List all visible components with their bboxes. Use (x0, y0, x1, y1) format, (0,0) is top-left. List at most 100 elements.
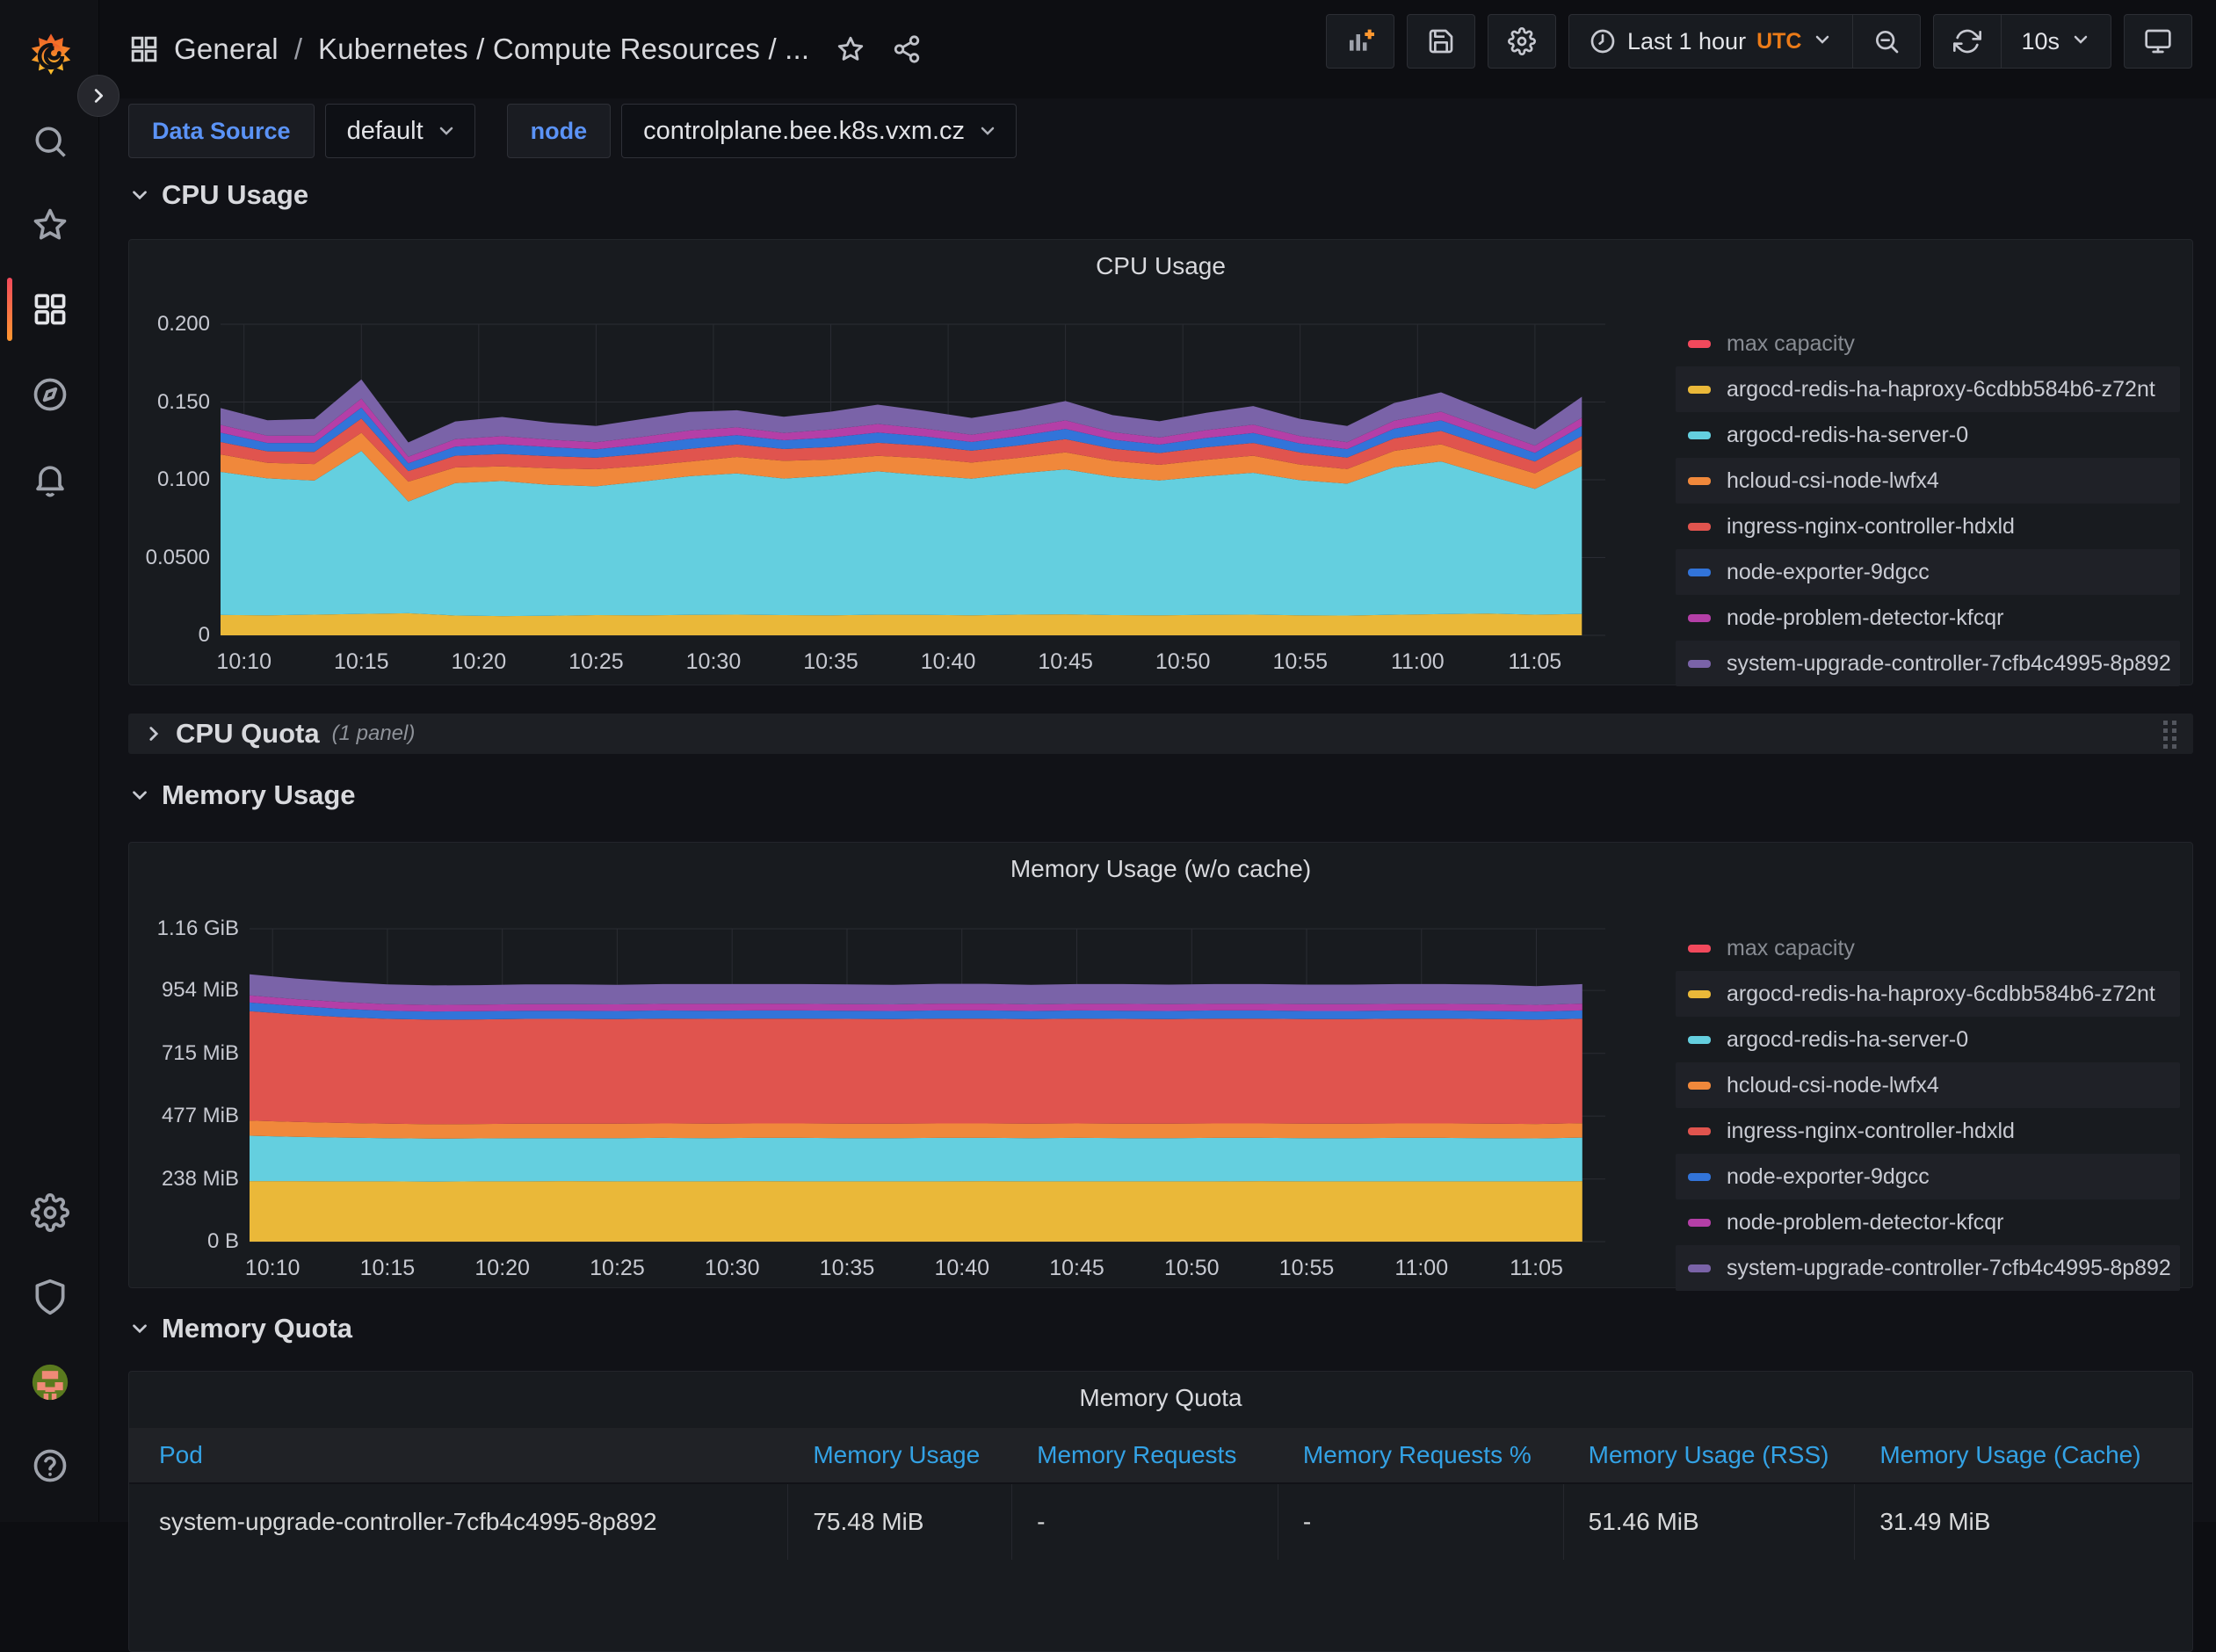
x-axis-tick-label: 10:25 (534, 649, 657, 675)
share-dashboard-icon[interactable] (892, 34, 922, 64)
plot-area[interactable] (250, 929, 1605, 1242)
legend-series-label: ingress-nginx-controller-hdxld (1727, 1119, 2015, 1144)
star-dashboard-icon[interactable] (836, 34, 865, 64)
legend-series-label: node-problem-detector-kfcqr (1727, 605, 2003, 631)
zoom-out-time-button[interactable] (1852, 15, 1920, 68)
breadcrumb-root[interactable]: General (174, 33, 279, 66)
legend-item[interactable]: argocd-redis-ha-haproxy-6cdbb584b6-z72nt (1676, 971, 2180, 1017)
x-axis-tick-label: 10:40 (901, 1256, 1024, 1281)
x-axis-tick-label: 10:55 (1239, 649, 1362, 675)
legend-item[interactable]: node-problem-detector-kfcqr (1676, 595, 2180, 641)
sidebar-expand-button[interactable] (77, 75, 119, 117)
legend-item[interactable]: hcloud-csi-node-lwfx4 (1676, 458, 2180, 504)
y-axis-tick-label: 715 MiB (134, 1041, 239, 1066)
legend-item[interactable]: system-upgrade-controller-7cfb4c4995-8p8… (1676, 641, 2180, 686)
chevron-down-icon (128, 784, 151, 807)
x-axis-tick-label: 10:50 (1130, 1256, 1253, 1281)
help-icon[interactable] (0, 1438, 99, 1494)
panel-cpu-usage: CPU Usage 00.05000.1000.1500.20010:1010:… (128, 239, 2193, 685)
legend-item[interactable]: argocd-redis-ha-server-0 (1676, 412, 2180, 458)
legend-series-label: argocd-redis-ha-server-0 (1727, 1027, 1968, 1053)
legend-item[interactable]: system-upgrade-controller-7cfb4c4995-8p8… (1676, 1245, 2180, 1291)
y-axis-tick-label: 0.0500 (105, 546, 210, 570)
refresh-interval-label: 10s (2021, 28, 2060, 55)
legend-item[interactable]: argocd-redis-ha-haproxy-6cdbb584b6-z72nt (1676, 366, 2180, 412)
node-variable-dropdown[interactable]: controlplane.bee.k8s.vxm.cz (621, 104, 1017, 158)
refresh-interval-picker[interactable]: 10s (2001, 15, 2111, 68)
user-avatar[interactable] (0, 1354, 99, 1410)
table-column-header[interactable]: Memory Requests (1012, 1428, 1278, 1482)
refresh-dashboard-button[interactable] (1934, 15, 2001, 68)
legend-series-label: system-upgrade-controller-7cfb4c4995-8p8… (1727, 651, 2171, 677)
grafana-dashboard: { "header": { "breadcrumb": { "root": "G… (0, 0, 2216, 1522)
section-row-memory-usage[interactable]: Memory Usage (128, 776, 356, 815)
x-axis-tick-label: 10:40 (887, 649, 1010, 675)
memory-usage-legend: max capacityargocd-redis-ha-haproxy-6cdb… (1676, 925, 2180, 1291)
legend-series-label: system-upgrade-controller-7cfb4c4995-8p8… (1727, 1256, 2171, 1281)
breadcrumb-dashboard-title[interactable]: Kubernetes / Compute Resources / ... (318, 33, 809, 66)
section-row-memory-quota[interactable]: Memory Quota (128, 1309, 352, 1348)
table-column-header[interactable]: Memory Usage (Cache) (1855, 1428, 2192, 1482)
dashboards-icon[interactable] (0, 281, 99, 337)
monitor-icon (2144, 27, 2172, 55)
legend-item[interactable]: max capacity (1676, 925, 2180, 971)
panel-memory-usage: Memory Usage (w/o cache) 0 B238 MiB477 M… (128, 842, 2193, 1288)
search-icon[interactable] (0, 113, 99, 170)
legend-item[interactable]: node-problem-detector-kfcqr (1676, 1199, 2180, 1245)
legend-item[interactable]: node-exporter-9dgcc (1676, 549, 2180, 595)
dashboard-settings-button[interactable] (1488, 14, 1556, 69)
section-title-cpu-usage: CPU Usage (162, 179, 308, 211)
table-column-header[interactable]: Memory Usage (RSS) (1564, 1428, 1856, 1482)
legend-item[interactable]: hcloud-csi-node-lwfx4 (1676, 1062, 2180, 1108)
table-column-header[interactable]: Memory Usage (788, 1428, 1012, 1482)
breadcrumb-separator: / (294, 33, 302, 66)
legend-item[interactable]: ingress-nginx-controller-hdxld (1676, 1108, 2180, 1154)
server-admin-shield-icon[interactable] (0, 1269, 99, 1325)
time-range-picker[interactable]: Last 1 hour UTC (1569, 15, 1852, 68)
legend-item[interactable]: node-exporter-9dgcc (1676, 1154, 2180, 1199)
add-panel-button[interactable] (1326, 14, 1394, 69)
starred-dashboards-icon[interactable] (0, 197, 99, 253)
legend-series-label: argocd-redis-ha-haproxy-6cdbb584b6-z72nt (1727, 377, 2155, 402)
alerting-bell-icon[interactable] (0, 451, 99, 507)
datasource-variable-dropdown[interactable]: default (325, 104, 475, 158)
drag-handle-icon[interactable] (2162, 719, 2179, 749)
plot-area[interactable] (221, 324, 1605, 635)
table-column-header[interactable]: Memory Requests % (1278, 1428, 1564, 1482)
legend-series-color-swatch (1688, 431, 1711, 439)
legend-series-color-swatch (1688, 386, 1711, 394)
y-axis-tick-label: 0.200 (105, 312, 210, 337)
dashboard-grid-icon[interactable] (128, 33, 160, 65)
grafana-logo-icon[interactable] (26, 32, 76, 81)
legend-item[interactable]: argocd-redis-ha-server-0 (1676, 1017, 2180, 1062)
legend-series-label: node-problem-detector-kfcqr (1727, 1210, 2003, 1235)
area-series (250, 1181, 1582, 1242)
configuration-gear-icon[interactable] (0, 1185, 99, 1241)
x-axis-tick-label: 10:35 (786, 1256, 909, 1281)
legend-item[interactable]: max capacity (1676, 321, 2180, 366)
legend-series-color-swatch (1688, 1127, 1711, 1135)
chevron-right-icon (142, 722, 165, 745)
legend-series-label: ingress-nginx-controller-hdxld (1727, 514, 2015, 540)
table-cell: 51.46 MiB (1564, 1484, 1856, 1560)
table-column-header[interactable]: Pod (129, 1428, 788, 1482)
explore-compass-icon[interactable] (0, 366, 99, 423)
legend-series-color-swatch (1688, 1264, 1711, 1272)
x-axis-tick-label: 10:35 (770, 649, 893, 675)
timezone-label: UTC (1756, 29, 1801, 54)
cycle-view-mode-button[interactable] (2124, 14, 2192, 69)
legend-series-color-swatch (1688, 477, 1711, 485)
time-range-label: Last 1 hour (1627, 28, 1746, 55)
legend-series-color-swatch (1688, 523, 1711, 531)
panel-title-memory-quota[interactable]: Memory Quota (129, 1384, 2192, 1412)
legend-item[interactable]: ingress-nginx-controller-hdxld (1676, 504, 2180, 549)
legend-series-color-swatch (1688, 1173, 1711, 1181)
y-axis-tick-label: 1.16 GiB (134, 917, 239, 941)
chevron-right-icon (89, 86, 108, 105)
section-row-cpu-usage[interactable]: CPU Usage (128, 176, 308, 214)
save-dashboard-button[interactable] (1407, 14, 1475, 69)
section-row-cpu-quota[interactable]: CPU Quota (1 panel) (128, 714, 2193, 754)
y-axis-tick-label: 0 B (134, 1229, 239, 1254)
refresh-group: 10s (1933, 14, 2111, 69)
main-content: General / Kubernetes / Compute Resources… (99, 0, 2216, 1522)
